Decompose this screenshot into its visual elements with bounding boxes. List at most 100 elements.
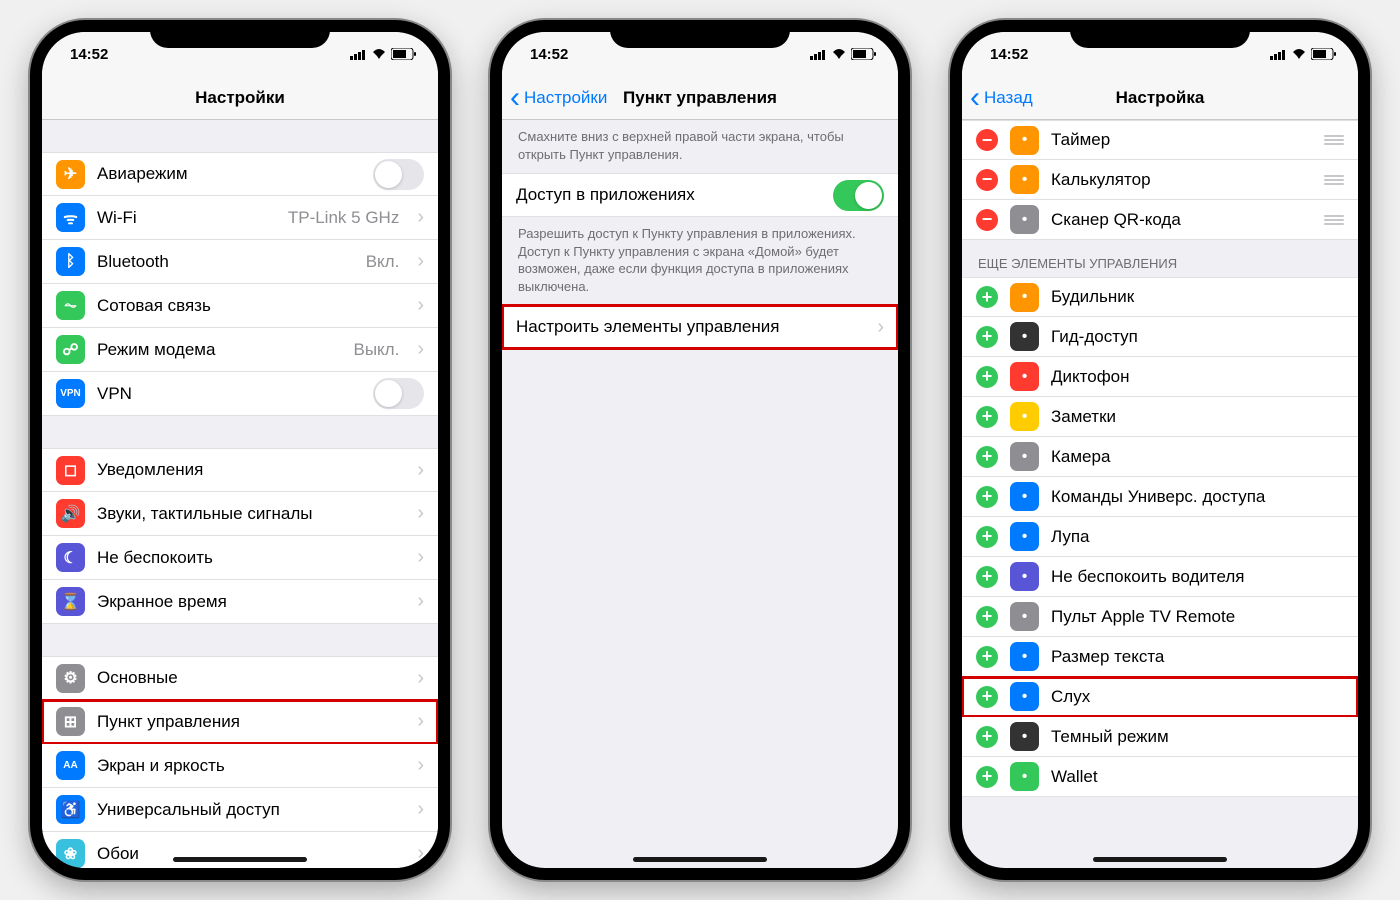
add-button[interactable]: + — [976, 526, 998, 548]
control-icon: • — [1010, 562, 1039, 591]
settings-row[interactable]: ◻Уведомления› — [42, 448, 438, 492]
settings-row[interactable]: ⏦Сотовая связь› — [42, 284, 438, 328]
control-row[interactable]: +•Не беспокоить водителя — [962, 557, 1358, 597]
control-row[interactable]: +•Слух — [962, 677, 1358, 717]
remove-button[interactable]: − — [976, 209, 998, 231]
cell-label: Пульт Apple TV Remote — [1051, 607, 1344, 627]
control-row[interactable]: −•Таймер — [962, 120, 1358, 160]
add-button[interactable]: + — [976, 606, 998, 628]
customize-controls-row[interactable]: Настроить элементы управления › — [502, 305, 898, 349]
wifi-icon — [1291, 48, 1307, 60]
add-button[interactable]: + — [976, 406, 998, 428]
more-controls-header: ЕЩЕ ЭЛЕМЕНТЫ УПРАВЛЕНИЯ — [962, 240, 1358, 277]
control-icon: • — [1010, 642, 1039, 671]
cell-detail: Вкл. — [366, 252, 400, 272]
access-in-apps-row[interactable]: Доступ в приложениях — [502, 173, 898, 217]
add-button[interactable]: + — [976, 486, 998, 508]
remove-button[interactable]: − — [976, 169, 998, 191]
control-row[interactable]: +•Команды Универс. доступа — [962, 477, 1358, 517]
control-row[interactable]: +•Камера — [962, 437, 1358, 477]
back-button[interactable]: Назад — [970, 88, 1033, 108]
settings-row[interactable]: ⊞Пункт управления› — [42, 700, 438, 744]
control-center-settings[interactable]: Смахните вниз с верхней правой части экр… — [502, 120, 898, 868]
hotspot-icon: ☍ — [56, 335, 85, 364]
reorder-grip-icon[interactable] — [1324, 215, 1344, 225]
settings-row[interactable]: ⚙Основные› — [42, 656, 438, 700]
access-toggle[interactable] — [833, 180, 884, 211]
cell-label: Звуки, тактильные сигналы — [97, 504, 405, 524]
control-row[interactable]: +•Будильник — [962, 277, 1358, 317]
cell-label: Размер текста — [1051, 647, 1344, 667]
battery-icon — [1311, 48, 1336, 60]
control-row[interactable]: +•Пульт Apple TV Remote — [962, 597, 1358, 637]
settings-row[interactable]: ⌛Экранное время› — [42, 580, 438, 624]
chevron-right-icon: › — [417, 842, 424, 865]
cell-label: Темный режим — [1051, 727, 1344, 747]
settings-row[interactable]: ᛒBluetoothВкл.› — [42, 240, 438, 284]
add-button[interactable]: + — [976, 766, 998, 788]
control-row[interactable]: +•Лупа — [962, 517, 1358, 557]
back-button[interactable]: Настройки — [510, 88, 607, 108]
chevron-right-icon: › — [417, 338, 424, 361]
home-indicator[interactable] — [1093, 857, 1227, 862]
add-button[interactable]: + — [976, 326, 998, 348]
cell-label: Wi-Fi — [97, 208, 276, 228]
cell-label: Гид-доступ — [1051, 327, 1344, 347]
add-button[interactable]: + — [976, 686, 998, 708]
nav-title: Настройки — [195, 88, 285, 108]
control-row[interactable]: −•Калькулятор — [962, 160, 1358, 200]
notifications-icon: ◻ — [56, 456, 85, 485]
settings-row[interactable]: ✈Авиарежим — [42, 152, 438, 196]
bluetooth-icon: ᛒ — [56, 247, 85, 276]
home-indicator[interactable] — [633, 857, 767, 862]
settings-row[interactable]: VPN VPN — [42, 372, 438, 416]
add-button[interactable]: + — [976, 286, 998, 308]
settings-row[interactable]: 🔊Звуки, тактильные сигналы› — [42, 492, 438, 536]
status-icons — [1270, 48, 1336, 60]
signal-icon — [810, 49, 827, 60]
battery-icon — [851, 48, 876, 60]
home-indicator[interactable] — [173, 857, 307, 862]
control-row[interactable]: −•Сканер QR-кода — [962, 200, 1358, 240]
phone-control-center: 14:52 Настройки Пункт управления Смахнит… — [490, 20, 910, 880]
settings-row[interactable]: ♿Универсальный доступ› — [42, 788, 438, 832]
settings-row[interactable]: ☍Режим модемаВыкл.› — [42, 328, 438, 372]
chevron-right-icon: › — [417, 667, 424, 690]
add-button[interactable]: + — [976, 646, 998, 668]
control-row[interactable]: + • Гид-доступ — [962, 317, 1358, 357]
toggle[interactable] — [373, 378, 424, 409]
screen: 14:52 Назад Настройка −•Таймер−•Калькуля… — [962, 32, 1358, 868]
control-icon: • — [1010, 402, 1039, 431]
cell-label: Сотовая связь — [97, 296, 405, 316]
control-row[interactable]: +•Темный режим — [962, 717, 1358, 757]
notch — [1070, 20, 1250, 48]
settings-list[interactable]: ✈АвиарежимᯤWi-FiTP-Link 5 GHz›ᛒBluetooth… — [42, 120, 438, 868]
add-button[interactable]: + — [976, 366, 998, 388]
cell-label: VPN — [97, 384, 361, 404]
settings-row[interactable]: ❀Обои› — [42, 832, 438, 868]
settings-row[interactable]: AAЭкран и яркость› — [42, 744, 438, 788]
chevron-right-icon: › — [417, 710, 424, 733]
status-icons — [810, 48, 876, 60]
control-icon: • — [1010, 322, 1039, 351]
control-row[interactable]: +•Wallet — [962, 757, 1358, 797]
remove-button[interactable]: − — [976, 129, 998, 151]
add-button[interactable]: + — [976, 446, 998, 468]
nav-bar: Настройки — [42, 76, 438, 120]
settings-row[interactable]: ᯤWi-FiTP-Link 5 GHz› — [42, 196, 438, 240]
control-row[interactable]: + • Размер текста — [962, 637, 1358, 677]
toggle[interactable] — [373, 159, 424, 190]
controls-list[interactable]: −•Таймер−•Калькулятор−•Сканер QR-кода ЕЩ… — [962, 120, 1358, 868]
settings-row[interactable]: ☾Не беспокоить› — [42, 536, 438, 580]
cell-detail: Выкл. — [353, 340, 399, 360]
reorder-grip-icon[interactable] — [1324, 135, 1344, 145]
add-button[interactable]: + — [976, 566, 998, 588]
reorder-grip-icon[interactable] — [1324, 175, 1344, 185]
cell-label: Доступ в приложениях — [516, 185, 821, 205]
vpn-icon: VPN — [56, 379, 85, 408]
control-row[interactable]: +•Диктофон — [962, 357, 1358, 397]
cell-label: Настроить элементы управления — [516, 317, 865, 337]
add-button[interactable]: + — [976, 726, 998, 748]
general-icon: ⚙ — [56, 664, 85, 693]
control-row[interactable]: +•Заметки — [962, 397, 1358, 437]
